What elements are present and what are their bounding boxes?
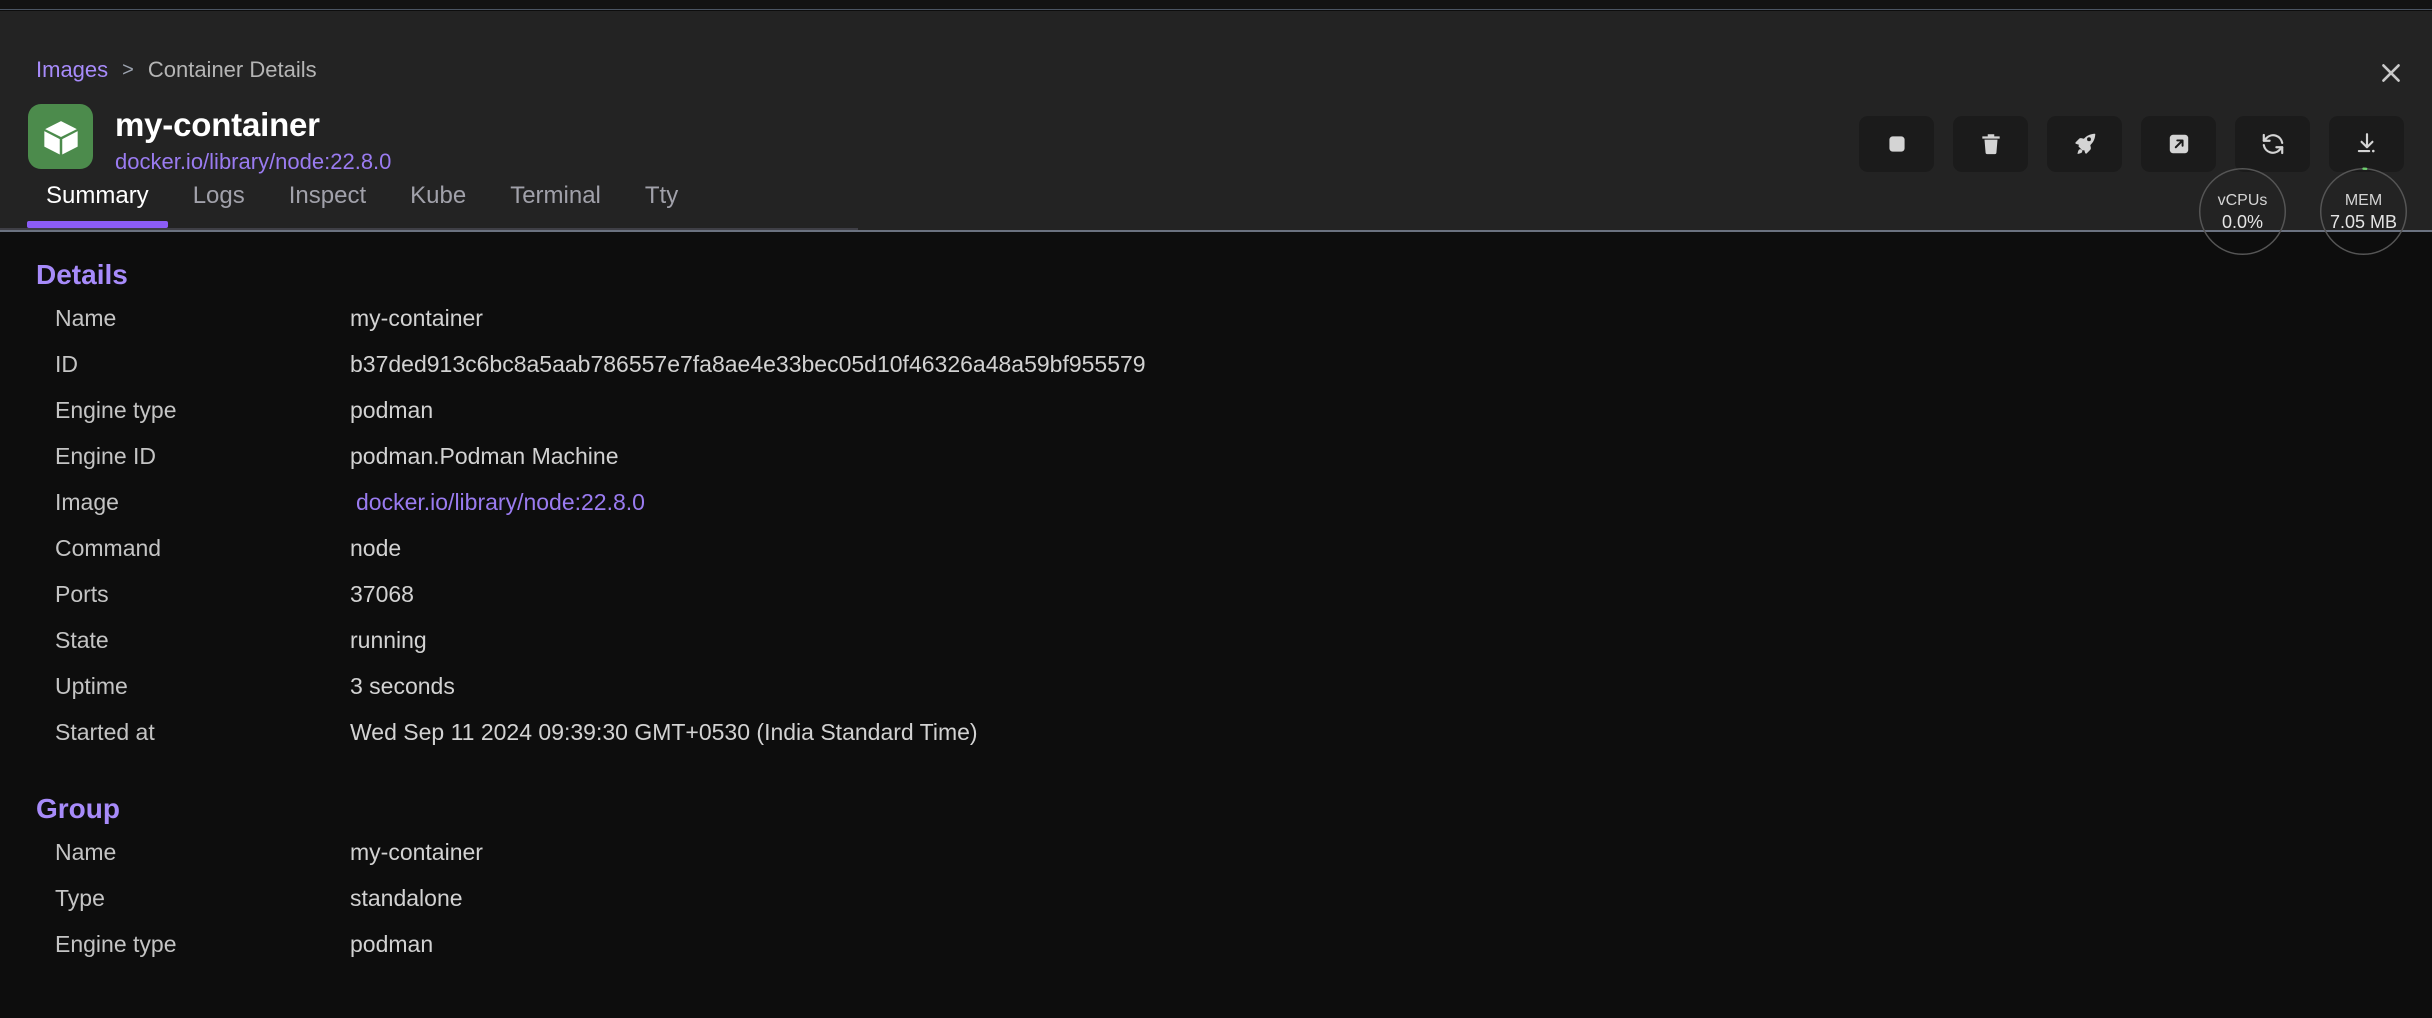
detail-row: Engine IDpodman.Podman Machine: [0, 443, 2432, 489]
detail-row: Namemy-container: [0, 305, 2432, 351]
breadcrumb-link-images[interactable]: Images: [36, 57, 108, 83]
breadcrumb: Images > Container Details: [36, 57, 317, 83]
detail-row-value: node: [350, 535, 401, 562]
page-header: Images > Container Details my-co: [0, 11, 2432, 232]
tab-summary[interactable]: Summary: [24, 182, 171, 228]
trash-icon: [1978, 131, 2004, 157]
breadcrumb-separator: >: [122, 57, 134, 83]
detail-row-value: Wed Sep 11 2024 09:39:30 GMT+0530 (India…: [350, 719, 978, 746]
detail-row-value-link[interactable]: docker.io/library/node:22.8.0: [350, 489, 645, 516]
deploy-button[interactable]: [2047, 116, 2122, 172]
detail-row-label: Uptime: [0, 673, 350, 700]
memory-gauge-value: 7.05 MB: [2330, 212, 2397, 233]
detail-row-value: my-container: [350, 839, 483, 866]
resource-gauges: vCPUs 0.0% MEM 7.05 MB: [2196, 165, 2410, 258]
detail-row-value: 3 seconds: [350, 673, 455, 700]
page-title: my-container: [115, 106, 391, 144]
detail-row-value: b37ded913c6bc8a5aab786557e7fa8ae4e33bec0…: [350, 351, 1146, 378]
detail-row: Staterunning: [0, 627, 2432, 673]
detail-row: Started atWed Sep 11 2024 09:39:30 GMT+0…: [0, 719, 2432, 765]
detail-row-label: Name: [0, 839, 350, 866]
rocket-icon: [2072, 131, 2098, 157]
stop-icon: [1884, 131, 1910, 157]
detail-row-label: Type: [0, 885, 350, 912]
detail-row-label: ID: [0, 351, 350, 378]
detail-row: Engine typepodman: [0, 931, 2432, 977]
refresh-icon: [2260, 131, 2286, 157]
detail-row-label: Engine ID: [0, 443, 350, 470]
vcpu-gauge-label: vCPUs: [2218, 191, 2268, 210]
group-section: Group Namemy-containerTypestandaloneEngi…: [0, 793, 2432, 977]
detail-row-value: podman.Podman Machine: [350, 443, 619, 470]
detail-row-label: Ports: [0, 581, 350, 608]
detail-row: IDb37ded913c6bc8a5aab786557e7fa8ae4e33be…: [0, 351, 2432, 397]
detail-row-value: running: [350, 627, 427, 654]
detail-row: Typestandalone: [0, 885, 2432, 931]
download-icon: [2354, 131, 2380, 157]
memory-gauge: MEM 7.05 MB: [2317, 165, 2410, 258]
detail-row-label: Name: [0, 305, 350, 332]
breadcrumb-current: Container Details: [148, 57, 317, 83]
detail-row: Imagedocker.io/library/node:22.8.0: [0, 489, 2432, 535]
container-details-page: Images > Container Details my-co: [0, 0, 2432, 1018]
vcpu-gauge: vCPUs 0.0%: [2196, 165, 2289, 258]
group-rows: Namemy-containerTypestandaloneEngine typ…: [0, 839, 2432, 977]
tab-inspect[interactable]: Inspect: [267, 182, 388, 228]
window-top-strip: [0, 0, 2432, 10]
delete-button[interactable]: [1953, 116, 2028, 172]
export-button[interactable]: [2329, 116, 2404, 172]
detail-row-value: 37068: [350, 581, 414, 608]
tab-tty[interactable]: Tty: [623, 182, 700, 228]
detail-row-value: standalone: [350, 885, 463, 912]
group-section-title: Group: [36, 793, 2432, 825]
open-browser-button[interactable]: [2141, 116, 2216, 172]
detail-row-value: podman: [350, 931, 433, 958]
close-button[interactable]: [2372, 54, 2410, 92]
action-toolbar: [1859, 116, 2404, 172]
detail-row-label: Started at: [0, 719, 350, 746]
detail-row-label: Engine type: [0, 931, 350, 958]
detail-row: Uptime3 seconds: [0, 673, 2432, 719]
details-rows: Namemy-containerIDb37ded913c6bc8a5aab786…: [0, 305, 2432, 765]
detail-row: Engine typepodman: [0, 397, 2432, 443]
detail-row-label: Engine type: [0, 397, 350, 424]
detail-row-label: State: [0, 627, 350, 654]
detail-row-value: my-container: [350, 305, 483, 332]
vcpu-gauge-value: 0.0%: [2222, 212, 2263, 233]
stop-button[interactable]: [1859, 116, 1934, 172]
detail-row-value: podman: [350, 397, 433, 424]
external-link-icon: [2166, 131, 2192, 157]
restart-button[interactable]: [2235, 116, 2310, 172]
detail-row: Ports37068: [0, 581, 2432, 627]
details-section-title: Details: [36, 259, 2432, 291]
detail-row-label: Image: [0, 489, 350, 516]
tab-logs[interactable]: Logs: [171, 182, 267, 228]
tab-kube[interactable]: Kube: [388, 182, 488, 228]
tab-terminal[interactable]: Terminal: [488, 182, 623, 228]
detail-row-label: Command: [0, 535, 350, 562]
detail-row: Namemy-container: [0, 839, 2432, 885]
close-icon: [2378, 60, 2404, 86]
detail-row: Commandnode: [0, 535, 2432, 581]
details-section: Details Namemy-containerIDb37ded913c6bc8…: [0, 259, 2432, 765]
summary-content: Details Namemy-containerIDb37ded913c6bc8…: [0, 234, 2432, 1018]
memory-gauge-label: MEM: [2345, 191, 2382, 210]
tab-bar: Summary Logs Inspect Kube Terminal Tty: [0, 154, 858, 230]
